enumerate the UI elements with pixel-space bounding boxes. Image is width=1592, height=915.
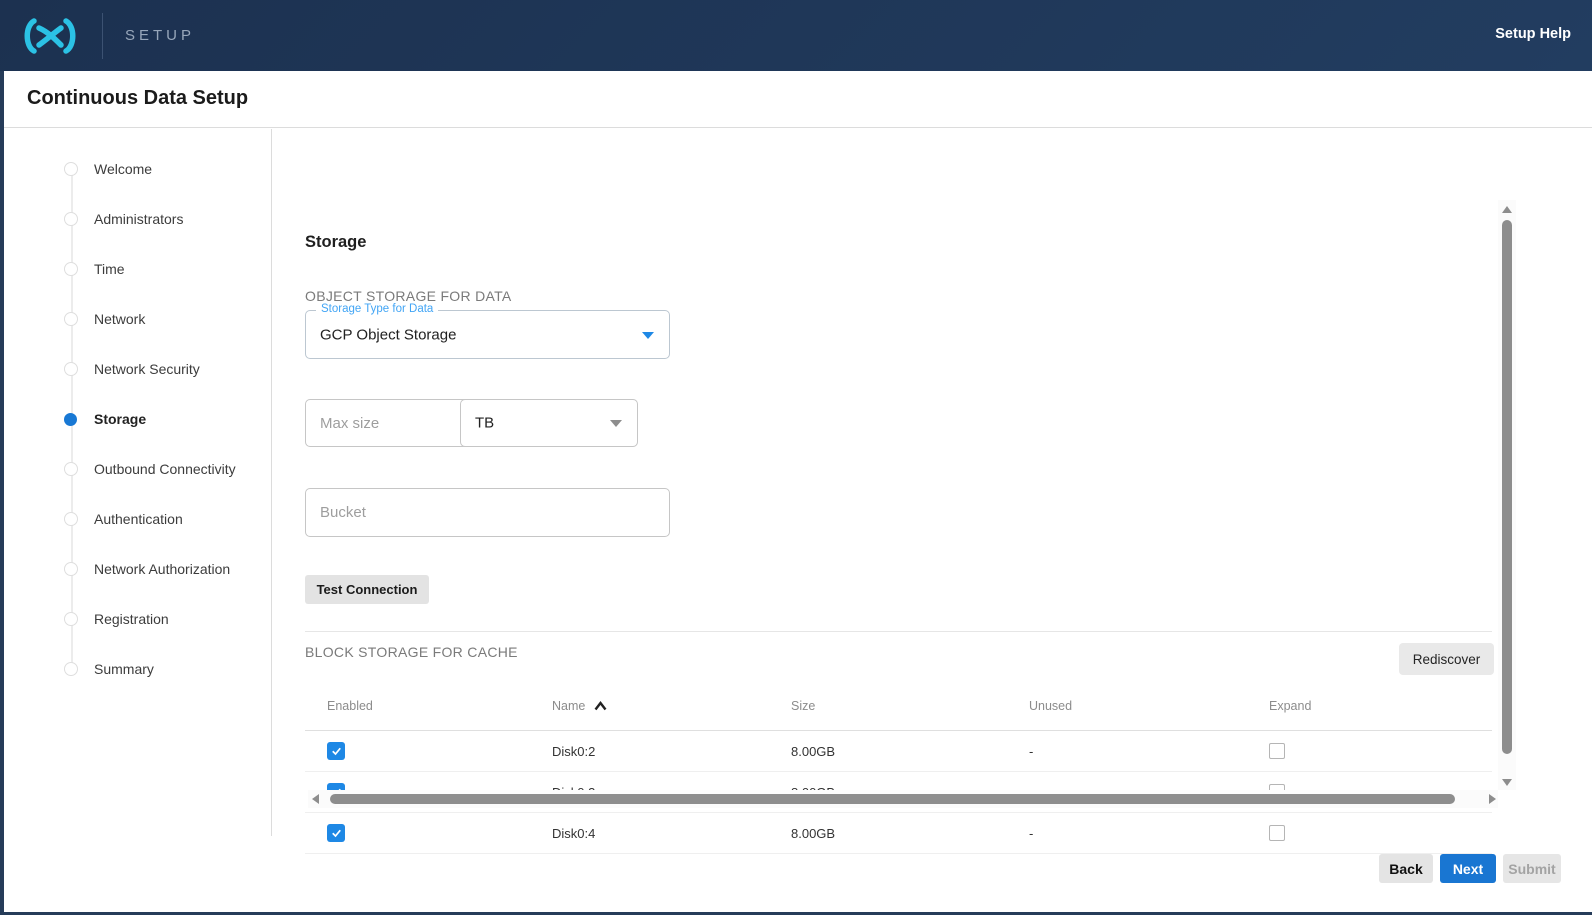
object-storage-title: OBJECT STORAGE FOR DATA <box>305 288 512 304</box>
delphix-logo-icon <box>20 12 80 60</box>
step-label: Authentication <box>94 511 183 527</box>
submit-button[interactable]: Submit <box>1503 854 1561 883</box>
disk-size-cell: 8.00GB <box>781 744 1019 759</box>
block-storage-title: BLOCK STORAGE FOR CACHE <box>305 644 518 660</box>
horizontal-scrollbar-thumb[interactable] <box>330 794 1455 804</box>
step-label: Welcome <box>94 161 152 177</box>
page-container: Continuous Data Setup Welcome Administrat… <box>4 71 1592 912</box>
sidebar-step-storage[interactable]: Storage <box>4 407 272 431</box>
bucket-input[interactable] <box>305 488 670 537</box>
step-label: Summary <box>94 661 154 677</box>
column-header-name[interactable]: Name <box>542 699 781 713</box>
column-header-unused: Unused <box>1019 699 1259 713</box>
step-circle-icon <box>64 362 78 376</box>
size-unit-select[interactable]: TB <box>460 399 638 447</box>
chevron-down-icon <box>642 332 654 339</box>
vertical-scrollbar[interactable] <box>1498 200 1516 790</box>
disk-unused-cell: - <box>1019 744 1259 759</box>
page-title-bar: Continuous Data Setup <box>4 71 1592 128</box>
step-circle-icon <box>64 462 78 476</box>
page-title: Continuous Data Setup <box>27 87 248 110</box>
max-size-input[interactable] <box>305 399 481 447</box>
sidebar-step-welcome[interactable]: Welcome <box>4 157 272 181</box>
header-divider <box>102 13 103 59</box>
vertical-scrollbar-thumb[interactable] <box>1502 220 1512 754</box>
scroll-up-icon[interactable] <box>1502 206 1512 213</box>
sidebar-step-network-security[interactable]: Network Security <box>4 357 272 381</box>
setup-help-link[interactable]: Setup Help <box>1495 26 1571 42</box>
step-circle-icon <box>64 312 78 326</box>
step-circle-icon <box>64 262 78 276</box>
sidebar-step-time[interactable]: Time <box>4 257 272 281</box>
table-header-row: Enabled Name Size Unused Expand <box>305 681 1492 731</box>
sidebar-step-network-authorization[interactable]: Network Authorization <box>4 557 272 581</box>
step-circle-icon <box>64 612 78 626</box>
test-connection-button[interactable]: Test Connection <box>305 575 429 604</box>
expand-checkbox[interactable] <box>1269 743 1285 759</box>
step-circle-icon <box>64 662 78 676</box>
section-divider <box>305 631 1492 632</box>
table-row: Disk0:48.00GB- <box>305 813 1492 854</box>
step-label: Network <box>94 311 145 327</box>
sidebar-step-outbound-connectivity[interactable]: Outbound Connectivity <box>4 457 272 481</box>
step-label: Storage <box>94 411 146 427</box>
step-label: Registration <box>94 611 169 627</box>
expand-checkbox[interactable] <box>1269 825 1285 841</box>
disk-name-cell: Disk0:4 <box>542 826 781 841</box>
wizard-sidebar: Welcome Administrators Time Network Network … <box>4 129 272 836</box>
column-header-enabled: Enabled <box>305 699 542 713</box>
enabled-checkbox-checked[interactable] <box>327 742 345 760</box>
enabled-checkbox-checked[interactable] <box>327 824 345 842</box>
step-label: Network Security <box>94 361 200 377</box>
wizard-actions: Back Next Submit <box>1379 854 1561 883</box>
top-app-bar: SETUP Setup Help <box>0 0 1592 71</box>
sidebar-step-authentication[interactable]: Authentication <box>4 507 272 531</box>
step-circle-icon <box>64 562 78 576</box>
rediscover-button[interactable]: Rediscover <box>1399 643 1494 675</box>
step-active-dot-icon <box>64 413 77 426</box>
sidebar-step-registration[interactable]: Registration <box>4 607 272 631</box>
step-label: Network Authorization <box>94 561 230 577</box>
scroll-left-icon[interactable] <box>312 794 319 804</box>
storage-type-label: Storage Type for Data <box>316 303 438 315</box>
step-circle-icon <box>64 212 78 226</box>
sidebar-step-network[interactable]: Network <box>4 307 272 331</box>
horizontal-scrollbar[interactable] <box>308 790 1498 808</box>
section-heading: Storage <box>305 233 366 252</box>
sidebar-step-summary[interactable]: Summary <box>4 657 272 681</box>
next-button[interactable]: Next <box>1440 854 1496 883</box>
column-header-size: Size <box>781 699 1019 713</box>
storage-type-value: GCP Object Storage <box>320 326 456 343</box>
size-unit-value: TB <box>475 415 494 432</box>
scroll-right-icon[interactable] <box>1489 794 1496 804</box>
back-button[interactable]: Back <box>1379 854 1433 883</box>
step-label: Outbound Connectivity <box>94 461 236 477</box>
column-header-expand: Expand <box>1259 699 1492 713</box>
disk-unused-cell: - <box>1019 826 1259 841</box>
disk-size-cell: 8.00GB <box>781 826 1019 841</box>
disks-table: Enabled Name Size Unused Expand Disk0:28… <box>305 681 1492 854</box>
scroll-down-icon[interactable] <box>1502 779 1512 786</box>
step-circle-icon <box>64 162 78 176</box>
storage-type-select[interactable]: Storage Type for Data GCP Object Storage <box>305 310 670 359</box>
step-circle-icon <box>64 512 78 526</box>
setup-window: SETUP Setup Help Continuous Data Setup W… <box>0 0 1592 915</box>
sort-ascending-icon <box>593 700 608 712</box>
product-name: SETUP <box>125 27 195 44</box>
disk-name-cell: Disk0:2 <box>542 744 781 759</box>
sidebar-step-administrators[interactable]: Administrators <box>4 207 272 231</box>
chevron-down-icon <box>610 420 622 427</box>
step-label: Administrators <box>94 211 183 227</box>
storage-form: Storage OBJECT STORAGE FOR DATA Storage … <box>272 129 1592 912</box>
table-row: Disk0:28.00GB- <box>305 731 1492 772</box>
step-label: Time <box>94 261 125 277</box>
